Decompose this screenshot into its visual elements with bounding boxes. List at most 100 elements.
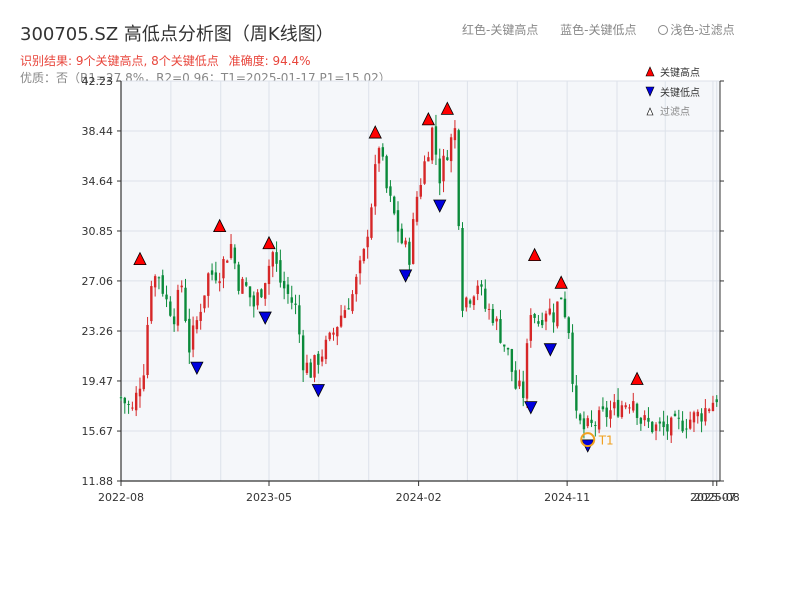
candle-down	[301, 335, 305, 371]
candle-up	[544, 313, 548, 322]
candle-down	[616, 399, 620, 417]
candle-up	[366, 236, 369, 248]
candle-down	[123, 397, 126, 404]
candle-down	[434, 126, 438, 155]
candle-up	[609, 410, 612, 419]
candle-down	[165, 294, 168, 300]
candle-down	[639, 417, 643, 424]
candle-up	[704, 408, 707, 422]
candle-down	[673, 413, 677, 416]
candle-down	[389, 186, 392, 196]
y-tick-label: 42.23	[82, 75, 114, 88]
candle-down	[210, 270, 214, 275]
candle-up	[146, 324, 149, 375]
candle-up	[256, 292, 259, 306]
candle-down	[214, 272, 218, 281]
candle-down	[563, 298, 567, 318]
y-tick-label: 19.47	[82, 375, 114, 388]
candle-down	[506, 347, 510, 350]
candle-down	[169, 301, 172, 316]
candle-down	[282, 280, 286, 289]
legend-high-label: 关键高点	[660, 66, 700, 79]
x-tick-label: 2025-08	[694, 491, 740, 504]
candle-up	[628, 407, 631, 409]
candle-down	[537, 321, 540, 324]
candle-down	[522, 381, 525, 398]
candle-down	[700, 413, 703, 422]
legend-low-label: 关键低点	[660, 86, 700, 99]
candle-up	[351, 294, 354, 312]
candle-down	[503, 344, 506, 347]
candle-up	[423, 161, 426, 184]
candle-down	[172, 316, 176, 325]
candle-up	[207, 273, 210, 296]
candle-up	[370, 207, 373, 238]
filtered-point-label: T1	[598, 434, 614, 448]
candle-up	[620, 405, 624, 418]
candle-down	[533, 314, 536, 318]
candle-up	[453, 128, 457, 141]
candle-down	[245, 282, 248, 286]
candle-down	[237, 264, 240, 291]
candle-down	[298, 305, 301, 335]
candle-up	[358, 260, 362, 274]
candle-up	[404, 240, 407, 245]
candle-down	[582, 418, 586, 430]
candle-down	[651, 421, 654, 433]
candle-up	[670, 417, 673, 436]
y-tick-label: 34.64	[82, 175, 114, 188]
candle-down	[468, 300, 472, 304]
candle-down	[347, 308, 350, 310]
candle-down	[309, 362, 312, 378]
candle-up	[495, 318, 498, 322]
candle-up	[548, 308, 551, 315]
candle-down	[248, 286, 252, 298]
candle-up	[529, 315, 533, 341]
candle-down	[647, 417, 650, 422]
candle-down	[119, 397, 123, 399]
candle-down	[279, 260, 282, 283]
candle-down	[252, 295, 256, 307]
candle-down	[127, 404, 130, 406]
candle-up	[556, 301, 559, 327]
y-tick-label: 27.06	[82, 275, 114, 288]
candle-down	[161, 275, 164, 294]
candle-down	[677, 417, 681, 419]
legend-filtered-label: 过滤点	[660, 105, 690, 118]
candle-down	[559, 297, 563, 300]
x-tick-label: 2023-05	[246, 491, 292, 504]
candle-up	[442, 155, 445, 182]
candle-down	[552, 312, 555, 323]
candle-up	[692, 412, 696, 423]
candle-down	[480, 284, 483, 287]
candle-up	[597, 410, 601, 430]
candle-up	[332, 332, 335, 335]
candle-down	[457, 130, 460, 227]
candle-down	[461, 228, 464, 311]
candle-up	[643, 415, 646, 421]
candle-up	[203, 295, 206, 309]
candle-up	[191, 325, 195, 350]
candle-up	[241, 278, 244, 294]
candle-down	[290, 297, 293, 303]
candle-up	[226, 260, 229, 263]
candle-down	[393, 196, 396, 214]
candle-down	[510, 349, 514, 372]
x-tick-label: 2022-08	[98, 491, 144, 504]
candle-up	[324, 339, 328, 360]
candle-up	[343, 310, 347, 318]
candle-down	[662, 421, 665, 428]
y-tick-label: 23.26	[82, 325, 114, 338]
candle-up	[430, 127, 434, 161]
candle-down	[396, 210, 400, 232]
candle-up	[654, 424, 658, 431]
candle-up	[134, 392, 138, 411]
y-tick-label: 30.85	[82, 225, 114, 238]
candle-up	[476, 285, 479, 294]
candle-up	[305, 362, 309, 373]
candle-up	[153, 276, 157, 288]
candle-down	[594, 425, 597, 427]
candle-up	[518, 380, 521, 387]
candle-up	[449, 137, 453, 162]
candle-down	[275, 252, 278, 264]
